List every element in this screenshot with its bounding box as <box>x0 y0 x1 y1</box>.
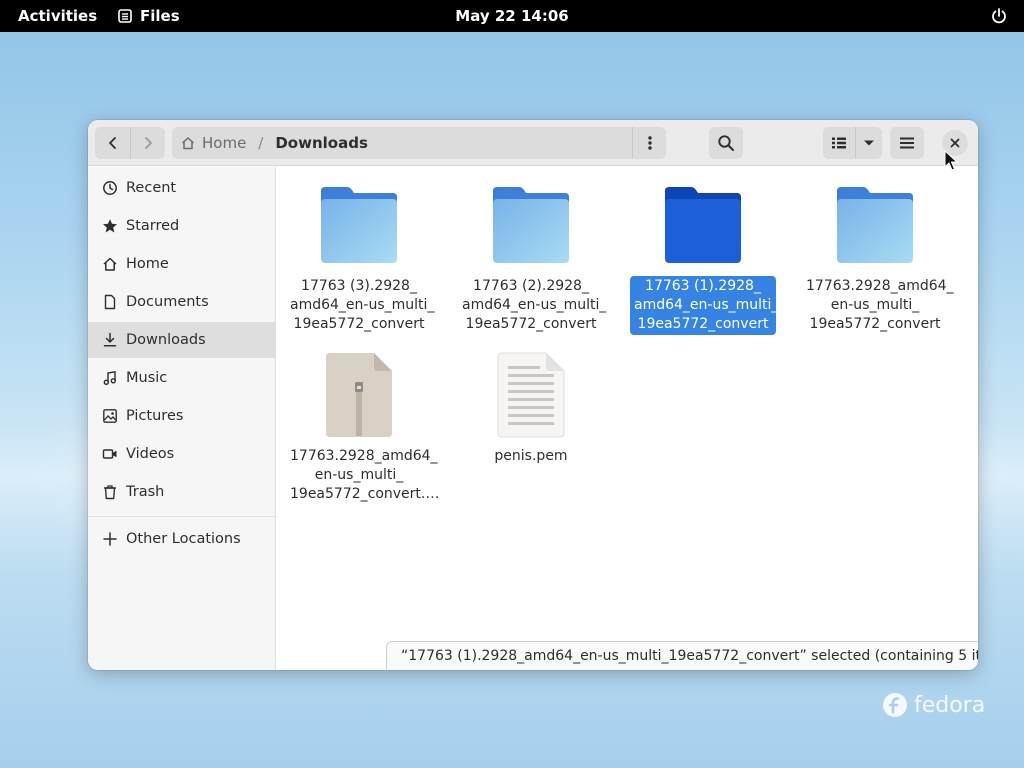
view-options-button[interactable] <box>856 127 882 159</box>
star-icon <box>103 219 117 233</box>
list-view-button[interactable] <box>823 127 856 159</box>
app-name-label: Files <box>140 7 180 25</box>
document-icon <box>104 294 116 310</box>
path-current-segment[interactable]: Downloads <box>275 134 368 152</box>
sidebar-item-label: Pictures <box>126 408 184 424</box>
activities-button[interactable]: Activities <box>18 7 97 25</box>
file-name: 17763 (1).2928_ amd64_en-us_multi_ 19ea577… <box>630 276 778 335</box>
path-home-segment[interactable]: Home <box>172 134 246 152</box>
search-button[interactable] <box>709 127 743 159</box>
file-item-folder-selected[interactable]: 17763 (1).2928_ amd64_en-us_multi_ 19ea577… <box>628 180 778 335</box>
chevron-down-icon <box>864 140 874 146</box>
file-name: 17763 (3).2928_ amd64_en-us_multi_ 19ea577… <box>290 278 435 332</box>
sidebar-item-home[interactable]: Home <box>88 246 275 282</box>
close-icon <box>950 138 960 148</box>
folder-icon <box>837 187 913 263</box>
sidebar-item-label: Documents <box>126 294 209 310</box>
archive-zip-icon <box>326 353 392 437</box>
folder-icon <box>321 187 397 263</box>
file-item-text[interactable]: penis.pem <box>456 350 606 467</box>
clock-icon <box>103 181 117 195</box>
vertical-dots-icon <box>647 136 652 150</box>
back-button[interactable] <box>95 127 130 159</box>
files-window: Home / Downloads Recent Starred Home Doc… <box>88 120 978 670</box>
folder-icon <box>493 187 569 263</box>
hamburger-icon <box>900 137 914 149</box>
sidebar-item-label: Trash <box>126 484 165 500</box>
file-name: 17763.2928_amd64_ en-us_multi_ 19ea5772_co… <box>806 278 954 332</box>
sidebar-item-starred[interactable]: Starred <box>88 208 275 244</box>
file-item-folder[interactable]: 17763 (2).2928_ amd64_en-us_multi_ 19ea577… <box>456 180 606 335</box>
sidebar-item-label: Recent <box>126 180 177 196</box>
trash-icon <box>104 485 116 500</box>
file-name: 17763.2928_amd64_ en-us_multi_ 19ea5772_co… <box>290 448 440 502</box>
view-buttons <box>823 127 882 159</box>
app-menu[interactable]: Files <box>118 7 180 25</box>
text-file-icon <box>497 352 565 438</box>
files-app-icon <box>118 9 132 23</box>
folder-icon <box>665 187 741 263</box>
sidebar-item-label: Other Locations <box>126 531 241 547</box>
file-item-folder[interactable]: 17763 (3).2928_ amd64_en-us_multi_ 19ea577… <box>284 180 434 335</box>
plus-icon <box>103 532 117 546</box>
sidebar-item-recent[interactable]: Recent <box>88 170 275 206</box>
fedora-icon <box>883 693 907 717</box>
fedora-wordmark: fedora <box>914 692 986 718</box>
sidebar-item-downloads[interactable]: Downloads <box>88 322 275 358</box>
chevron-right-icon <box>145 137 152 149</box>
sidebar-item-videos[interactable]: Videos <box>88 436 275 472</box>
file-item-folder[interactable]: 17763.2928_amd64_ en-us_multi_ 19ea5772_co… <box>800 180 954 335</box>
forward-button[interactable] <box>130 127 165 159</box>
sidebar-divider <box>88 516 275 517</box>
search-icon <box>718 135 734 151</box>
header-bar: Home / Downloads <box>88 120 978 166</box>
home-icon <box>103 257 117 271</box>
folder-menu-button[interactable] <box>632 127 666 159</box>
sidebar: Recent Starred Home Documents Downloads … <box>88 167 276 670</box>
fedora-logo: fedora <box>882 692 985 718</box>
video-icon <box>102 449 117 459</box>
selection-status-bar: “17763 (1).2928_amd64_en-us_multi_19ea57… <box>386 641 978 670</box>
sidebar-item-label: Starred <box>126 218 180 234</box>
list-icon <box>832 137 846 149</box>
pictures-icon <box>103 409 117 423</box>
navigation-buttons <box>95 127 165 159</box>
sidebar-item-pictures[interactable]: Pictures <box>88 398 275 434</box>
path-separator: / <box>258 134 264 152</box>
mouse-cursor-icon <box>944 150 958 171</box>
file-view[interactable]: 17763 (3).2928_ amd64_en-us_multi_ 19ea577… <box>277 167 978 670</box>
file-name: penis.pem <box>494 448 568 464</box>
music-icon <box>103 370 117 386</box>
sidebar-item-label: Videos <box>126 446 175 462</box>
sidebar-item-documents[interactable]: Documents <box>88 284 275 320</box>
path-bar: Home / Downloads <box>172 127 666 159</box>
sidebar-item-label: Home <box>126 256 169 272</box>
main-menu-button[interactable] <box>890 127 924 159</box>
path-home-label: Home <box>202 134 247 152</box>
download-icon <box>103 332 117 347</box>
top-bar: Activities Files May 22 14:06 <box>0 0 1024 32</box>
sidebar-item-trash[interactable]: Trash <box>88 474 275 510</box>
file-name: 17763 (2).2928_ amd64_en-us_multi_ 19ea577… <box>462 278 607 332</box>
sidebar-item-other-locations[interactable]: Other Locations <box>88 521 275 557</box>
sidebar-item-label: Music <box>126 370 168 386</box>
file-item-archive[interactable]: 17763.2928_amd64_ en-us_multi_ 19ea5772_co… <box>284 350 440 505</box>
chevron-left-icon <box>108 137 116 149</box>
power-icon[interactable] <box>990 7 1008 25</box>
home-icon <box>181 137 195 150</box>
sidebar-item-label: Downloads <box>126 332 206 348</box>
sidebar-item-music[interactable]: Music <box>88 360 275 396</box>
